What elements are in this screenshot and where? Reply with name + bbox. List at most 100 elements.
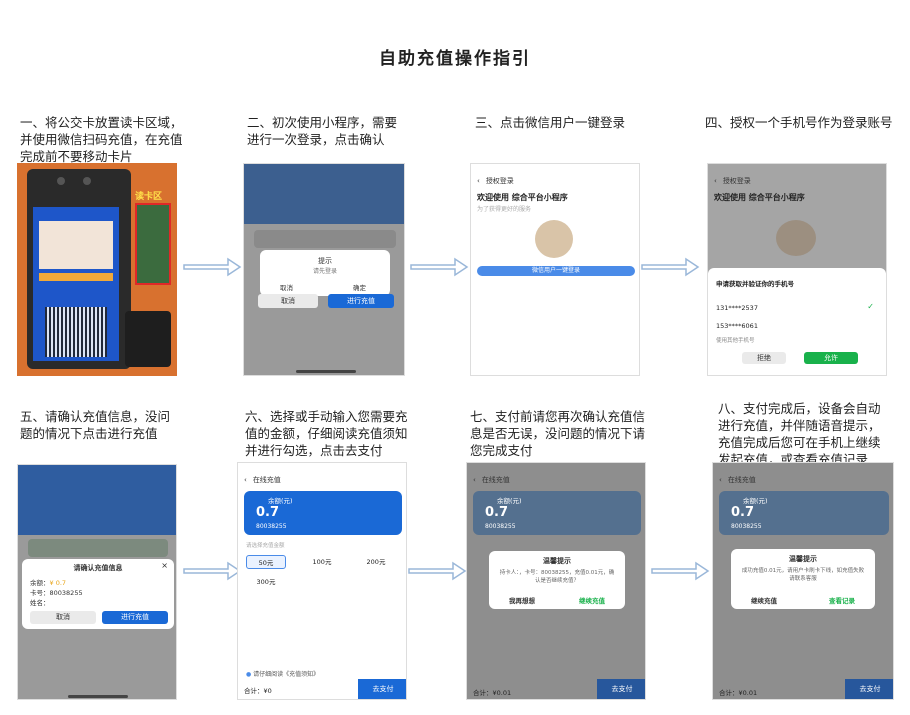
nav-bar: ‹ 在线充值: [238, 473, 406, 487]
cancel-button[interactable]: 取消: [258, 294, 318, 308]
payment-dialog: 温馨提示 持卡人：，卡号：80038255，充值0.01元，确认是否继续充值？ …: [489, 551, 625, 609]
check-icon: ✓: [867, 302, 874, 311]
dialog-body: 请先登录: [312, 268, 337, 275]
pay-button[interactable]: 去支付: [597, 679, 645, 699]
total-label: 合计：¥0.01: [719, 689, 758, 697]
back-icon[interactable]: ‹: [477, 177, 480, 185]
welcome-subtext: 为了获得更好的服务: [477, 206, 532, 213]
reconsider-button[interactable]: 我再想想: [509, 595, 535, 605]
pay-button[interactable]: 去支付: [358, 679, 406, 699]
nav-bar: ‹ 在线充值: [713, 473, 893, 487]
allow-button[interactable]: 允许: [804, 352, 858, 364]
balance-value: 0.7: [485, 505, 509, 520]
screen-banner: [39, 273, 113, 281]
device-camera-icon: [57, 177, 65, 185]
welcome-text: 欢迎使用 综合平台小程序: [477, 193, 568, 202]
screenshot-login-prompt: 提示 请先登录 取消 确定 取消 进行充值: [243, 163, 405, 376]
cancel-button[interactable]: 取消: [30, 611, 96, 624]
step-8-caption: 八、支付完成后，设备会自动 进行充值，并伴随语音提示， 充值完成后您可在手机上继…: [718, 401, 881, 467]
screenshot-wechat-login: ‹ 授权登录 欢迎使用 综合平台小程序 为了获得更好的服务 微信用户一键登录: [470, 163, 640, 376]
nav-bar: ‹ 授权登录: [708, 174, 886, 188]
dialog-title: 温馨提示: [789, 555, 817, 563]
other-phone-link[interactable]: 使用其他手机号: [716, 336, 755, 344]
menu-row: [254, 230, 396, 248]
sheet-title: 申请获取并验证你的手机号: [716, 280, 794, 288]
phone-option[interactable]: 131****2537: [716, 304, 758, 312]
phone-option[interactable]: 153****6061: [716, 322, 758, 330]
nav-bar: ‹ 在线充值: [467, 473, 645, 487]
pay-button[interactable]: 去支付: [845, 679, 893, 699]
device-camera-icon: [83, 177, 91, 185]
screen-poster: [39, 221, 113, 269]
continue-button[interactable]: 继续充值: [579, 595, 605, 605]
recharge-button[interactable]: 进行充值: [328, 294, 394, 308]
app-logo: [535, 220, 573, 258]
login-dialog: 提示 请先登录 取消 确定: [260, 250, 390, 296]
welcome-text: 欢迎使用 综合平台小程序: [714, 193, 805, 202]
device-photo: 读卡区: [17, 163, 177, 376]
wechat-login-button[interactable]: 微信用户一键登录: [477, 266, 635, 276]
card-reader-slot: [135, 203, 171, 285]
amount-hint: 请选择充值金额: [246, 543, 285, 549]
arrow-right-icon: [409, 256, 469, 278]
amount-option[interactable]: 100元: [302, 555, 342, 569]
card-number: 80038255: [731, 523, 762, 530]
back-icon[interactable]: ‹: [719, 476, 722, 484]
arrow-right-icon: [650, 560, 710, 582]
balance-card: 余额(元) 0.7 80038255: [473, 491, 641, 535]
view-records-button[interactable]: 查看记录: [829, 595, 855, 605]
card-reader-box: [125, 311, 171, 367]
status-bar: [708, 164, 886, 174]
status-bar: [238, 463, 406, 473]
screenshot-confirm-payment: ‹ 在线充值 余额(元) 0.7 80038255 温馨提示 持卡人：，卡号：80…: [466, 462, 646, 700]
nav-bar: ‹ 授权登录: [471, 174, 639, 188]
amount-option[interactable]: 300元: [246, 575, 286, 589]
name-row: 姓名：: [30, 599, 50, 607]
dialog-body: 持卡人：，卡号：80038255，充值0.01元，确认是否继续充值？: [499, 570, 615, 584]
screenshot-select-amount: ‹ 在线充值 余额(元) 0.7 80038255 请选择充值金额 50元 100…: [237, 462, 407, 700]
balance-label: 余额(元): [268, 497, 293, 505]
menu-row: [28, 539, 168, 557]
back-icon[interactable]: ‹: [473, 476, 476, 484]
balance-value: 0.7: [256, 505, 280, 520]
step-6-caption: 六、选择或手动输入您需要充 值的金额，仔细阅读充值须知 并进行勾选，点击去支付: [245, 409, 408, 458]
dialog-title: 请确认充值信息: [73, 564, 123, 572]
dialog-body: 成功充值0.01元，请用户卡刷卡下线，如充值失败请联系客服: [741, 568, 865, 582]
status-bar: [713, 463, 893, 473]
back-icon[interactable]: ‹: [714, 177, 717, 185]
screenshot-payment-done: ‹ 在线充值 余额(元) 0.7 80038255 温馨提示 成功充值0.01元，…: [712, 462, 894, 700]
top-banner: [244, 164, 404, 224]
arrow-right-icon: [407, 560, 467, 582]
card-number: 80038255: [256, 523, 287, 530]
step-1-caption: 一、将公交卡放置读卡区域， 并使用微信扫码充值，在充值 完成前不要移动卡片: [20, 115, 183, 164]
auth-sheet: 申请获取并验证你的手机号 131****2537 ✓ 153****6061 使…: [708, 268, 886, 375]
app-logo: [776, 220, 816, 256]
recharge-button[interactable]: 进行充值: [102, 611, 168, 624]
screenshot-phone-auth: ‹ 授权登录 欢迎使用 综合平台小程序 申请获取并验证你的手机号 131****2…: [707, 163, 887, 376]
status-bar: [471, 164, 639, 174]
arrow-right-icon: [640, 256, 700, 278]
amount-option[interactable]: 50元: [246, 555, 286, 569]
back-icon[interactable]: ‹: [244, 476, 247, 484]
card-row: 卡号：80038255: [30, 589, 83, 597]
result-dialog: 温馨提示 成功充值0.01元，请用户卡刷卡下线，如充值失败请联系客服 继续充值 …: [731, 549, 875, 609]
agree-checkbox[interactable]: ● 请仔细阅读《充值须知》: [246, 669, 319, 678]
total-label: 合计：¥0.01: [473, 689, 512, 697]
dialog-cancel-button[interactable]: 取消: [280, 282, 293, 292]
dialog-confirm-button[interactable]: 确定: [353, 282, 366, 292]
step-5-caption: 五、请确认充值信息，没问 题的情况下点击进行充值: [20, 409, 171, 441]
close-icon[interactable]: ×: [161, 561, 168, 570]
step-4-caption: 四、授权一个手机号作为登录账号: [705, 115, 893, 130]
amount-row: 余额：¥ 0.7: [30, 579, 67, 587]
qr-code: [45, 307, 107, 357]
amount-option[interactable]: 200元: [356, 555, 396, 569]
reject-button[interactable]: 拒绝: [742, 352, 786, 364]
recharge-again-button[interactable]: 继续充值: [751, 595, 777, 605]
dialog-title: 温馨提示: [543, 557, 571, 565]
status-bar: [467, 463, 645, 473]
card-reader-tag: 读卡区: [135, 192, 163, 202]
home-indicator: [296, 370, 356, 373]
confirm-dialog: 请确认充值信息 × 余额：¥ 0.7 卡号：80038255 姓名： 取消 进行…: [22, 559, 174, 629]
balance-card: 余额(元) 0.7 80038255: [244, 491, 402, 535]
card-number: 80038255: [485, 523, 516, 530]
